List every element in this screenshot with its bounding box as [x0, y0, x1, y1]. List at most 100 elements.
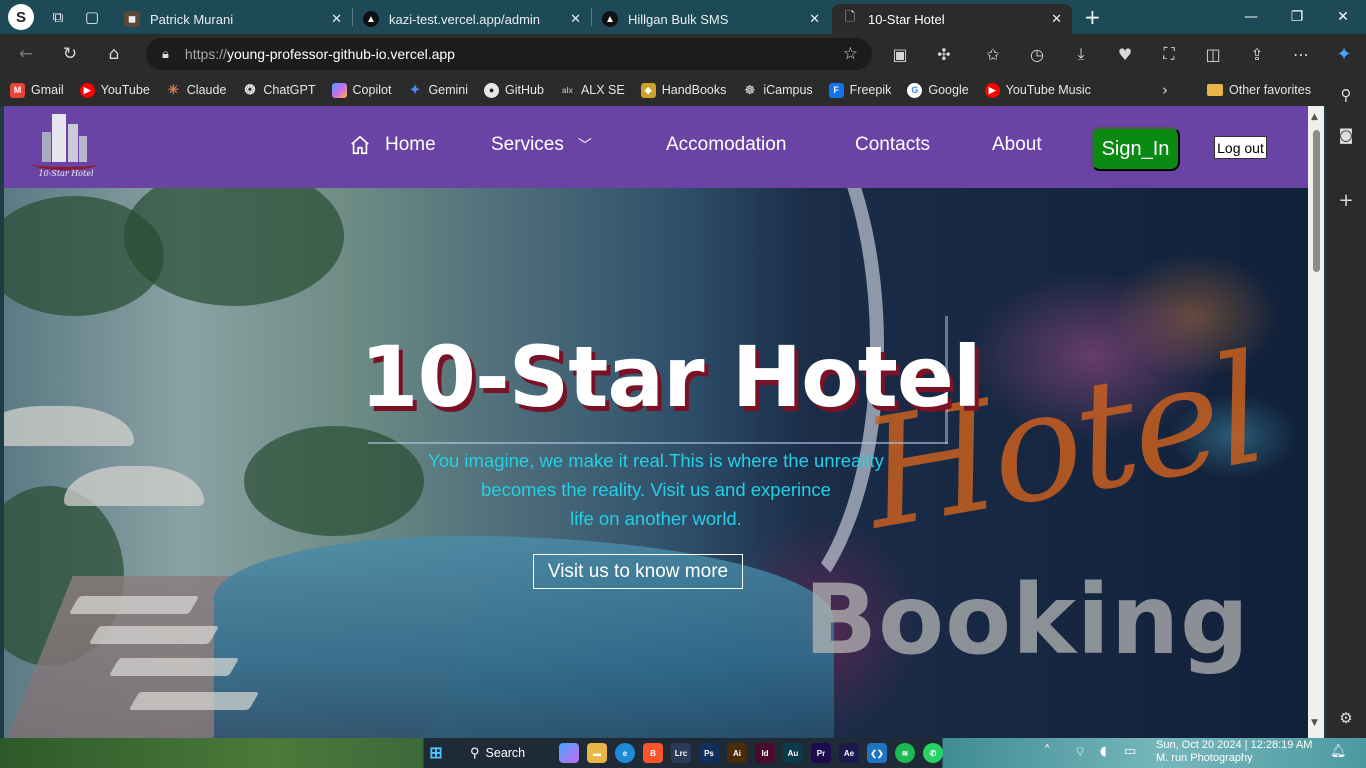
taskbar-search-label: Search [485, 746, 526, 760]
photoshop-icon[interactable]: Ps [699, 743, 719, 763]
bookmark-handbooks[interactable]: ◆ HandBooks [640, 82, 726, 98]
bookmark-youtube-music[interactable]: ▶ YouTube Music [984, 82, 1091, 98]
scrollbar-thumb[interactable] [1313, 130, 1320, 272]
close-icon[interactable]: ✕ [331, 11, 342, 27]
history-icon[interactable]: ◷ [1021, 38, 1053, 70]
tab-actions-icon[interactable]: ▢ [82, 7, 102, 27]
restore-button[interactable]: ❐ [1274, 0, 1320, 34]
bookmark-label: GitHub [505, 83, 544, 97]
nav-contacts[interactable]: Contacts [855, 134, 930, 156]
other-favorites[interactable]: Other favorites [1207, 83, 1311, 97]
scroll-up-arrow-icon[interactable]: ▲ [1311, 112, 1318, 122]
premiere-icon[interactable]: Pr [811, 743, 831, 763]
nav-home-label: Home [385, 134, 436, 155]
nav-accomodation-label: Accomodation [666, 134, 787, 155]
minimize-button[interactable]: — [1228, 0, 1274, 34]
close-icon[interactable]: ✕ [570, 11, 581, 27]
tab-title: Hillgan Bulk SMS [628, 11, 729, 27]
scroll-down-arrow-icon[interactable]: ▼ [1311, 718, 1318, 728]
tray-chevron-up-icon[interactable]: ˄ [1044, 744, 1051, 759]
nav-about[interactable]: About [992, 134, 1042, 156]
notification-bell-icon[interactable]: 🔔︎ [1330, 744, 1347, 759]
url-text[interactable]: https://young-professor-github-io.vercel… [185, 46, 455, 62]
after-effects-icon[interactable]: Ae [839, 743, 859, 763]
vscode-icon[interactable]: ❮❯ [867, 743, 887, 763]
brave-icon[interactable]: B [643, 743, 663, 763]
bookmark-freepik[interactable]: F Freepik [828, 82, 891, 98]
volume-icon[interactable]: ◖ [1100, 744, 1107, 759]
hotel-logo[interactable]: 10-Star Hotel [30, 108, 100, 184]
bookmark-gemini[interactable]: ✦ Gemini [407, 82, 468, 98]
chevron-down-icon[interactable]: ﹀ [578, 135, 592, 155]
edge-icon[interactable]: e [615, 743, 635, 763]
bookmark-google[interactable]: G Google [907, 82, 969, 98]
taskbar-clock[interactable]: Sun, Oct 20 2024 | 12:28:19 AM M. run Ph… [1156, 739, 1312, 765]
copilot-app-icon[interactable] [559, 743, 579, 763]
more-menu-icon[interactable]: ⋯ [1285, 38, 1317, 70]
sign-in-button[interactable]: Sign_In [1091, 127, 1180, 171]
bookmark-icampus[interactable]: ☸ iCampus [742, 83, 812, 98]
tab-10-star-hotel[interactable]: 🗋 10-Star Hotel ✕ [832, 4, 1072, 34]
screenshot-icon[interactable]: ⛶ [1153, 38, 1185, 70]
sidebar-settings-icon[interactable]: ⚙ [1334, 706, 1358, 730]
chevron-right-icon[interactable]: › [1162, 81, 1168, 99]
copilot-icon[interactable]: ✦ [1328, 38, 1360, 70]
battery-icon[interactable]: ▭ [1124, 744, 1136, 759]
close-window-button[interactable]: ✕ [1320, 0, 1366, 34]
favorites-icon[interactable]: ✩ [977, 38, 1009, 70]
tab-hillgan-sms[interactable]: ▲ Hillgan Bulk SMS ✕ [592, 4, 830, 34]
tab-patrick-murani[interactable]: ◼ Patrick Murani ✕ [114, 4, 352, 34]
file-explorer-icon[interactable]: ▬ [587, 743, 607, 763]
collections-icon[interactable]: ▣ [884, 38, 916, 70]
site-navbar: 10-Star Hotel Home Services ﹀ Accomodati… [4, 106, 1308, 188]
new-tab-button[interactable]: + [1084, 5, 1101, 29]
lightroom-classic-icon[interactable]: Lrc [671, 743, 691, 763]
close-icon[interactable]: ✕ [809, 11, 820, 27]
lounger [128, 692, 260, 710]
refresh-button[interactable]: ↻ [52, 38, 88, 70]
bookmark-gmail[interactable]: M Gmail [10, 82, 64, 98]
whatsapp-icon[interactable]: ✆ [923, 743, 943, 763]
spotify-icon[interactable]: ≋ [895, 743, 915, 763]
search-icon[interactable]: ⚲ [1334, 83, 1358, 107]
visit-us-button[interactable]: Visit us to know more [533, 554, 743, 589]
nav-accomodation[interactable]: Accomodation [666, 134, 786, 156]
clock-date-time: Sun, Oct 20 2024 | 12:28:19 AM [1156, 739, 1313, 751]
nav-services[interactable]: Services ﹀ [491, 134, 592, 156]
profile-avatar[interactable]: S [8, 4, 34, 30]
address-bar[interactable]: 🔒︎ https://young-professor-github-io.ver… [146, 38, 872, 70]
add-sidebar-app-icon[interactable]: + [1334, 188, 1358, 212]
nav-home[interactable]: Home [349, 134, 436, 156]
sidebar-app-icon[interactable]: ◙ [1334, 123, 1358, 147]
indesign-icon[interactable]: Id [755, 743, 775, 763]
nav-about-label: About [992, 134, 1042, 155]
bookmark-label: Copilot [352, 83, 392, 97]
back-button[interactable]: ← [8, 38, 44, 70]
illustrator-icon[interactable]: Ai [727, 743, 747, 763]
log-out-button[interactable]: Log out [1214, 136, 1267, 159]
bookmark-chatgpt[interactable]: ❂ ChatGPT [242, 82, 316, 98]
downloads-icon[interactable]: ⤓ [1065, 38, 1097, 70]
share-icon[interactable]: ⇪ [1241, 38, 1273, 70]
favorite-star-icon[interactable]: ☆ [843, 44, 858, 64]
bookmark-youtube[interactable]: ▶ YouTube [79, 82, 150, 98]
workspaces-icon[interactable]: ⧉ [48, 7, 68, 27]
taskbar-search[interactable]: ⚲ Search [470, 742, 550, 764]
bookmark-copilot[interactable]: Copilot [331, 82, 392, 98]
google-icon: G [907, 82, 923, 98]
extensions-icon[interactable]: ✣ [928, 38, 960, 70]
home-button[interactable]: ⌂ [96, 38, 132, 70]
lock-icon[interactable]: 🔒︎ [162, 47, 169, 62]
tab-kazi-admin[interactable]: ▲ kazi-test.vercel.app/admin ✕ [353, 4, 591, 34]
browser-essentials-icon[interactable]: ♥ [1109, 38, 1141, 70]
bookmark-claude[interactable]: ✳ Claude [166, 82, 227, 98]
audition-icon[interactable]: Au [783, 743, 803, 763]
bookmark-alx-se[interactable]: alx ALX SE [560, 83, 625, 98]
close-icon[interactable]: ✕ [1051, 11, 1062, 27]
bookmark-label: ChatGPT [263, 83, 316, 97]
split-screen-icon[interactable]: ◫ [1197, 38, 1229, 70]
wifi-icon[interactable]: ⌔ [1074, 744, 1086, 760]
bookmark-github[interactable]: ● GitHub [484, 82, 544, 98]
page-scrollbar[interactable]: ▲ ▼ [1308, 106, 1324, 738]
windows-start-icon[interactable]: ⊞ [426, 743, 446, 763]
